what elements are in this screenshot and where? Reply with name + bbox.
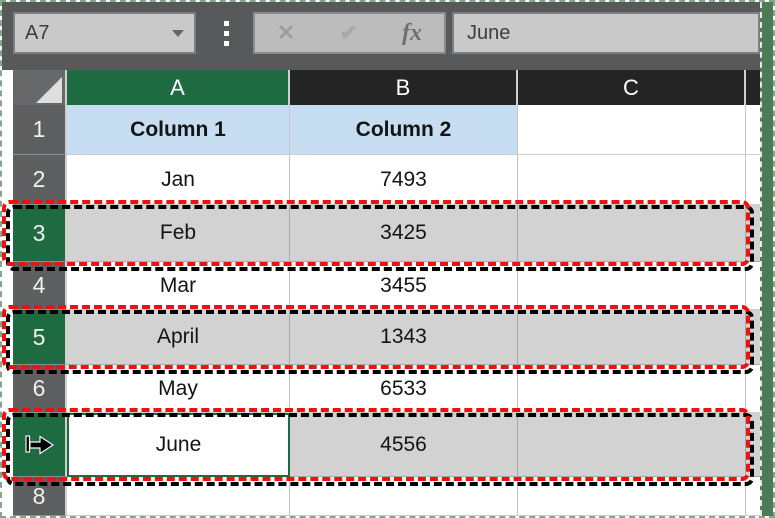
cell-A2[interactable]: Jan [67, 155, 290, 205]
formula-bar[interactable]: June [452, 12, 760, 54]
cell-C1[interactable] [518, 105, 746, 155]
cell-C5[interactable] [518, 310, 746, 365]
cell-C3[interactable] [518, 205, 746, 262]
table-row: 1 Column 1 Column 2 [13, 105, 760, 155]
column-header-C[interactable]: C [518, 70, 746, 105]
cell-B2[interactable]: 7493 [290, 155, 518, 205]
table-row-selected: 3 Feb 3425 [13, 205, 760, 262]
cell-B7[interactable]: 4556 [290, 413, 518, 477]
cell-B4[interactable]: 3455 [290, 262, 518, 310]
cell-D7[interactable] [746, 413, 760, 477]
cell-D6[interactable] [746, 365, 760, 413]
cell-D2[interactable] [746, 155, 760, 205]
cell-A5[interactable]: April [67, 310, 290, 365]
cell-A6[interactable]: May [67, 365, 290, 413]
cell-D1[interactable] [746, 105, 760, 155]
cell-D8[interactable] [746, 477, 760, 516]
chevron-down-icon[interactable] [172, 30, 184, 37]
select-all-button[interactable] [13, 70, 67, 105]
cell-A1[interactable]: Column 1 [67, 105, 290, 155]
row-header-5[interactable]: 5 [13, 310, 67, 365]
cell-C2[interactable] [518, 155, 746, 205]
cell-B1[interactable]: Column 2 [290, 105, 518, 155]
cell-A7-active[interactable]: June [67, 413, 290, 477]
enter-check-icon[interactable]: ✔ [339, 20, 357, 46]
row-select-arrow-cursor-icon [22, 432, 56, 458]
cell-B5[interactable]: 1343 [290, 310, 518, 365]
table-row-selected: June 4556 [13, 413, 760, 477]
table-row: 6 May 6533 [13, 365, 760, 413]
cell-B3[interactable]: 3425 [290, 205, 518, 262]
row-header-4[interactable]: 4 [13, 262, 67, 310]
column-header-row: A B C [13, 70, 760, 108]
row-header-8[interactable]: 8 [13, 477, 67, 516]
cell-C7[interactable] [518, 413, 746, 477]
row-header-2[interactable]: 2 [13, 155, 67, 205]
right-edge-band [760, 2, 773, 516]
table-row: 4 Mar 3455 [13, 262, 760, 310]
cell-D5[interactable] [746, 310, 760, 365]
spreadsheet-grid: A B C 1 Column 1 Column 2 2 Jan 7493 3 F… [2, 70, 760, 516]
column-header-A[interactable]: A [67, 70, 290, 105]
cell-A3[interactable]: Feb [67, 205, 290, 262]
formula-buttons-group: ✕ ✔ fx [253, 12, 446, 54]
row-header-1[interactable]: 1 [13, 105, 67, 155]
column-header-D-partial[interactable] [746, 70, 760, 105]
table-row: 8 [13, 477, 760, 516]
excel-screenshot-frame: A7 ✕ ✔ fx June A B C 1 Column 1 Column 2 [0, 0, 775, 518]
name-box[interactable]: A7 [13, 12, 196, 54]
cell-B8[interactable] [290, 477, 518, 516]
more-options-dots-icon[interactable] [224, 21, 229, 46]
cell-D4[interactable] [746, 262, 760, 310]
cell-D3[interactable] [746, 205, 760, 262]
cell-A4[interactable]: Mar [67, 262, 290, 310]
row-header-3[interactable]: 3 [13, 205, 67, 262]
name-box-value: A7 [25, 22, 49, 45]
select-all-triangle-icon [36, 77, 62, 103]
cell-C8[interactable] [518, 477, 746, 516]
cancel-icon[interactable]: ✕ [277, 20, 295, 46]
row-header-6[interactable]: 6 [13, 365, 67, 413]
insert-function-icon[interactable]: fx [402, 20, 422, 47]
row-header-7[interactable] [13, 413, 67, 477]
formula-bar-chrome: A7 ✕ ✔ fx June [2, 2, 760, 70]
column-header-B[interactable]: B [290, 70, 518, 105]
table-row-selected: 5 April 1343 [13, 310, 760, 365]
cell-C4[interactable] [518, 262, 746, 310]
table-row: 2 Jan 7493 [13, 155, 760, 205]
cell-B6[interactable]: 6533 [290, 365, 518, 413]
formula-bar-value: June [467, 22, 510, 45]
cell-A8[interactable] [67, 477, 290, 516]
cell-C6[interactable] [518, 365, 746, 413]
